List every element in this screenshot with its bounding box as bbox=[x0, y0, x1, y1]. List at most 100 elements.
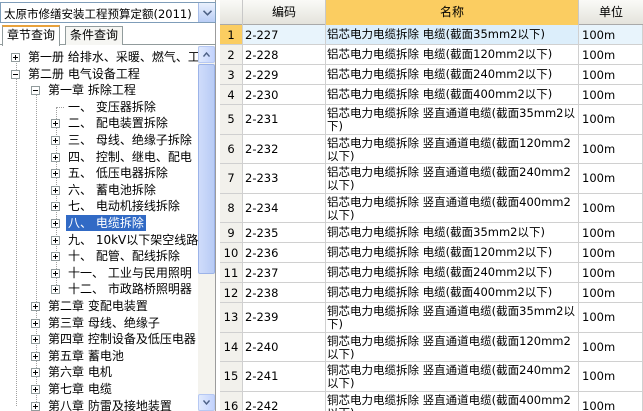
cell-unit[interactable]: 100m bbox=[579, 105, 643, 135]
table-row[interactable]: 13 2-239 铜芯电力电缆拆除 竖直通道电缆(截面35mm2以下) 100m bbox=[220, 303, 643, 333]
expand-plus-icon[interactable] bbox=[31, 335, 40, 345]
cell-name[interactable]: 铜芯电力电缆拆除 竖直通道电缆(截面400mm2以下) bbox=[326, 391, 579, 411]
cell-unit[interactable]: 100m bbox=[579, 223, 643, 243]
expand-plus-icon[interactable] bbox=[31, 351, 40, 361]
cell-name[interactable]: 铜芯电力电缆拆除 电缆(截面240mm2以下) bbox=[326, 263, 579, 283]
cell-code[interactable]: 2-238 bbox=[243, 283, 326, 303]
cell-code[interactable]: 2-227 bbox=[243, 25, 326, 45]
tree-node-book2[interactable]: 第二册 电气设备工程 bbox=[0, 66, 198, 82]
table-row[interactable]: 7 2-233 铝芯电力电缆拆除 竖直通道电缆(截面240mm2以下) 100m bbox=[220, 164, 643, 194]
tree-scrollbar[interactable] bbox=[198, 46, 215, 411]
row-number[interactable]: 8 bbox=[220, 193, 243, 223]
cell-name[interactable]: 铝芯电力电缆拆除 电缆(截面240mm2以下) bbox=[326, 65, 579, 85]
tree-node-s7[interactable]: 七、 电动机接线拆除 bbox=[0, 198, 198, 214]
column-header-name[interactable]: 名称 bbox=[326, 0, 579, 25]
collapse-minus-icon[interactable] bbox=[31, 86, 40, 96]
cell-code[interactable]: 2-242 bbox=[243, 391, 326, 411]
expand-plus-icon[interactable] bbox=[11, 53, 20, 62]
row-number[interactable]: 5 bbox=[220, 105, 243, 135]
table-row[interactable]: 14 2-240 铜芯电力电缆拆除 竖直通道电缆(截面120mm2以下) 100m bbox=[220, 332, 643, 362]
cell-name[interactable]: 铜芯电力电缆拆除 电缆(截面35mm2以下) bbox=[326, 223, 579, 243]
expand-plus-icon[interactable] bbox=[31, 368, 40, 378]
row-number[interactable]: 2 bbox=[220, 45, 243, 65]
cell-unit[interactable]: 100m bbox=[579, 134, 643, 164]
cell-unit[interactable]: 100m bbox=[579, 45, 643, 65]
cell-name[interactable]: 铜芯电力电缆拆除 竖直通道电缆(截面35mm2以下) bbox=[326, 303, 579, 333]
cell-code[interactable]: 2-237 bbox=[243, 263, 326, 283]
cell-code[interactable]: 2-236 bbox=[243, 243, 326, 263]
row-number[interactable]: 1 bbox=[220, 25, 243, 45]
cell-name[interactable]: 铜芯电力电缆拆除 电缆(截面400mm2以下) bbox=[326, 283, 579, 303]
row-number[interactable]: 3 bbox=[220, 65, 243, 85]
tree-node-s12[interactable]: 十二、 市政路桥照明器 bbox=[0, 281, 198, 297]
cell-code[interactable]: 2-232 bbox=[243, 134, 326, 164]
expand-plus-icon[interactable] bbox=[51, 268, 60, 278]
row-number[interactable]: 16 bbox=[220, 391, 243, 411]
table-row[interactable]: 6 2-232 铝芯电力电缆拆除 竖直通道电缆(截面120mm2以下) 100m bbox=[220, 134, 643, 164]
expand-plus-icon[interactable] bbox=[51, 185, 60, 195]
cell-unit[interactable]: 100m bbox=[579, 193, 643, 223]
cell-code[interactable]: 2-240 bbox=[243, 332, 326, 362]
cell-name[interactable]: 铝芯电力电缆拆除 电缆(截面35mm2以下) bbox=[326, 25, 579, 45]
tree-node-ch8[interactable]: 第八章 防雷及接地装置 bbox=[0, 398, 198, 411]
collapse-minus-icon[interactable] bbox=[11, 69, 20, 79]
cell-unit[interactable]: 100m bbox=[579, 263, 643, 283]
table-row[interactable]: 10 2-236 铜芯电力电缆拆除 电缆(截面120mm2以下) 100m bbox=[220, 243, 643, 263]
tab-condition-query[interactable]: 条件查询 bbox=[65, 26, 124, 45]
expand-plus-icon[interactable] bbox=[31, 302, 40, 311]
cell-name[interactable]: 铜芯电力电缆拆除 竖直通道电缆(截面240mm2以下) bbox=[326, 362, 579, 392]
expand-plus-icon[interactable] bbox=[51, 252, 60, 262]
expand-plus-icon[interactable] bbox=[31, 385, 40, 394]
expand-plus-icon[interactable] bbox=[51, 219, 60, 228]
cell-code[interactable]: 2-234 bbox=[243, 193, 326, 223]
cell-unit[interactable]: 100m bbox=[579, 164, 643, 194]
cell-unit[interactable]: 100m bbox=[579, 243, 643, 263]
tab-chapter-query[interactable]: 章节查询 bbox=[2, 25, 61, 46]
column-header-code[interactable]: 编码 bbox=[243, 0, 326, 25]
row-number[interactable]: 9 bbox=[220, 223, 243, 243]
table-row[interactable]: 5 2-231 铝芯电力电缆拆除 竖直通道电缆(截面35mm2以下) 100m bbox=[220, 105, 643, 135]
cell-code[interactable]: 2-233 bbox=[243, 164, 326, 194]
table-row[interactable]: 2 2-228 铝芯电力电缆拆除 电缆(截面120mm2以下) 100m bbox=[220, 45, 643, 65]
table-row[interactable]: 12 2-238 铜芯电力电缆拆除 电缆(截面400mm2以下) 100m bbox=[220, 283, 643, 303]
cell-name[interactable]: 铜芯电力电缆拆除 电缆(截面120mm2以下) bbox=[326, 243, 579, 263]
table-row[interactable]: 15 2-241 铜芯电力电缆拆除 竖直通道电缆(截面240mm2以下) 100m bbox=[220, 362, 643, 392]
expand-plus-icon[interactable] bbox=[51, 152, 60, 162]
tree-node-book1[interactable]: 第一册 给排水、采暖、燃气、工 bbox=[0, 49, 198, 65]
table-row[interactable]: 11 2-237 铜芯电力电缆拆除 电缆(截面240mm2以下) 100m bbox=[220, 263, 643, 283]
tree-node-ch3[interactable]: 第三章 母线、绝缘子 bbox=[0, 315, 198, 331]
cell-name[interactable]: 铝芯电力电缆拆除 竖直通道电缆(截面120mm2以下) bbox=[326, 134, 579, 164]
cell-name[interactable]: 铝芯电力电缆拆除 竖直通道电缆(截面240mm2以下) bbox=[326, 164, 579, 194]
table-row[interactable]: 1 2-227 铝芯电力电缆拆除 电缆(截面35mm2以下) 100m bbox=[220, 25, 643, 45]
tree-node-s2[interactable]: 二、 配电装置拆除 bbox=[0, 115, 198, 131]
expand-plus-icon[interactable] bbox=[31, 318, 40, 328]
cell-unit[interactable]: 100m bbox=[579, 362, 643, 392]
cell-name[interactable]: 铝芯电力电缆拆除 竖直通道电缆(截面400mm2以下) bbox=[326, 193, 579, 223]
row-number[interactable]: 10 bbox=[220, 243, 243, 263]
table-row[interactable]: 4 2-230 铝芯电力电缆拆除 电缆(截面400mm2以下) 100m bbox=[220, 85, 643, 105]
tree-node-s3[interactable]: 三、 母线、绝缘子拆除 bbox=[0, 132, 198, 148]
row-number[interactable]: 15 bbox=[220, 362, 243, 392]
tree-node-s10[interactable]: 十、 配管、配线拆除 bbox=[0, 248, 198, 264]
expand-plus-icon[interactable] bbox=[51, 119, 60, 129]
table-row[interactable]: 9 2-235 铜芯电力电缆拆除 电缆(截面35mm2以下) 100m bbox=[220, 223, 643, 243]
row-number[interactable]: 11 bbox=[220, 263, 243, 283]
cell-unit[interactable]: 100m bbox=[579, 283, 643, 303]
expand-plus-icon[interactable] bbox=[51, 136, 60, 145]
cell-code[interactable]: 2-241 bbox=[243, 362, 326, 392]
cell-code[interactable]: 2-231 bbox=[243, 105, 326, 135]
tree-node-ch2[interactable]: 第二章 变配电装置 bbox=[0, 298, 198, 314]
row-number[interactable]: 14 bbox=[220, 332, 243, 362]
expand-plus-icon[interactable] bbox=[51, 202, 60, 212]
cell-code[interactable]: 2-229 bbox=[243, 65, 326, 85]
tree-node-s4[interactable]: 四、 控制、继电、配电 bbox=[0, 149, 198, 165]
cell-code[interactable]: 2-228 bbox=[243, 45, 326, 65]
tree-node-s1[interactable]: 一、 变压器拆除 bbox=[0, 99, 198, 115]
row-number[interactable]: 12 bbox=[220, 283, 243, 303]
expand-plus-icon[interactable] bbox=[51, 169, 60, 179]
cell-unit[interactable]: 100m bbox=[579, 25, 643, 45]
quota-selector[interactable]: 太原市修缮安装工程预算定额(2011) bbox=[0, 2, 216, 23]
cell-unit[interactable]: 100m bbox=[579, 85, 643, 105]
cell-code[interactable]: 2-239 bbox=[243, 303, 326, 333]
tree-node-s9[interactable]: 九、 10kV以下架空线路 bbox=[0, 232, 198, 248]
